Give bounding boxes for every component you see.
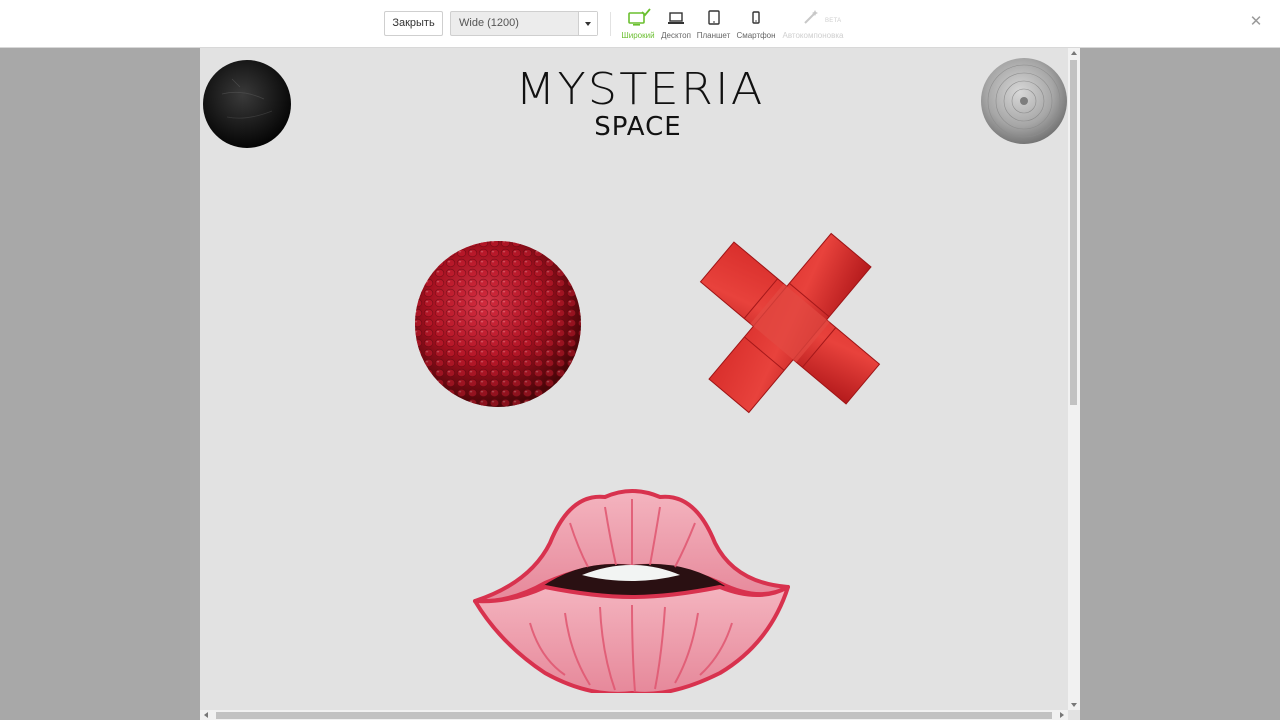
- device-tablet-button[interactable]: Планшет: [696, 8, 731, 44]
- close-icon[interactable]: ✕: [1249, 14, 1263, 30]
- monitor-icon: [628, 8, 651, 26]
- horizontal-scrollbar[interactable]: [200, 710, 1068, 720]
- device-wide-button[interactable]: Широкий: [619, 8, 657, 44]
- site-logo[interactable]: MYSTERIA SPACE: [510, 64, 770, 144]
- laptop-icon: [668, 12, 684, 24]
- device-label: Смартфон: [736, 31, 776, 40]
- size-select-value: Wide (1200): [459, 17, 519, 29]
- horizontal-scroll-thumb[interactable]: [216, 712, 1052, 719]
- device-label: Десктоп: [661, 31, 691, 40]
- black-vinyl-image: [203, 60, 291, 148]
- scroll-up-icon[interactable]: [1071, 51, 1077, 55]
- beta-badge: BETA: [825, 18, 842, 24]
- smartphone-icon: [752, 11, 760, 24]
- red-cross-image: [699, 232, 881, 414]
- device-label: Планшет: [696, 31, 731, 40]
- vertical-scrollbar[interactable]: [1068, 48, 1080, 710]
- scroll-down-icon[interactable]: [1071, 703, 1077, 707]
- pomegranate-ball-image: [415, 241, 581, 407]
- toolbar-divider: [610, 12, 611, 36]
- device-autolayout-button[interactable]: Автокомпоновка: [781, 8, 845, 44]
- silver-vinyl-image: [981, 58, 1067, 144]
- editor-toolbar: Закрыть Wide (1200) Широкий Десктоп План…: [0, 0, 1280, 48]
- logo-subtitle: SPACE: [594, 112, 682, 142]
- red-lips-image: [473, 489, 790, 693]
- magic-wand-icon: [804, 10, 818, 24]
- chevron-down-icon[interactable]: [578, 12, 597, 35]
- tablet-icon: [707, 10, 720, 25]
- device-desktop-button[interactable]: Десктоп: [659, 8, 693, 44]
- close-button[interactable]: Закрыть: [384, 11, 443, 36]
- device-smartphone-button[interactable]: Смартфон: [735, 8, 777, 44]
- logo-title: MYSTERIA: [515, 64, 765, 115]
- size-select[interactable]: Wide (1200): [450, 11, 598, 36]
- scroll-left-icon[interactable]: [204, 712, 208, 718]
- page-preview: MYSTERIA SPACE: [200, 48, 1080, 720]
- device-label: Широкий: [621, 31, 655, 40]
- scroll-right-icon[interactable]: [1060, 712, 1064, 718]
- vertical-scroll-thumb[interactable]: [1070, 60, 1077, 405]
- device-label: Автокомпоновка: [782, 31, 844, 40]
